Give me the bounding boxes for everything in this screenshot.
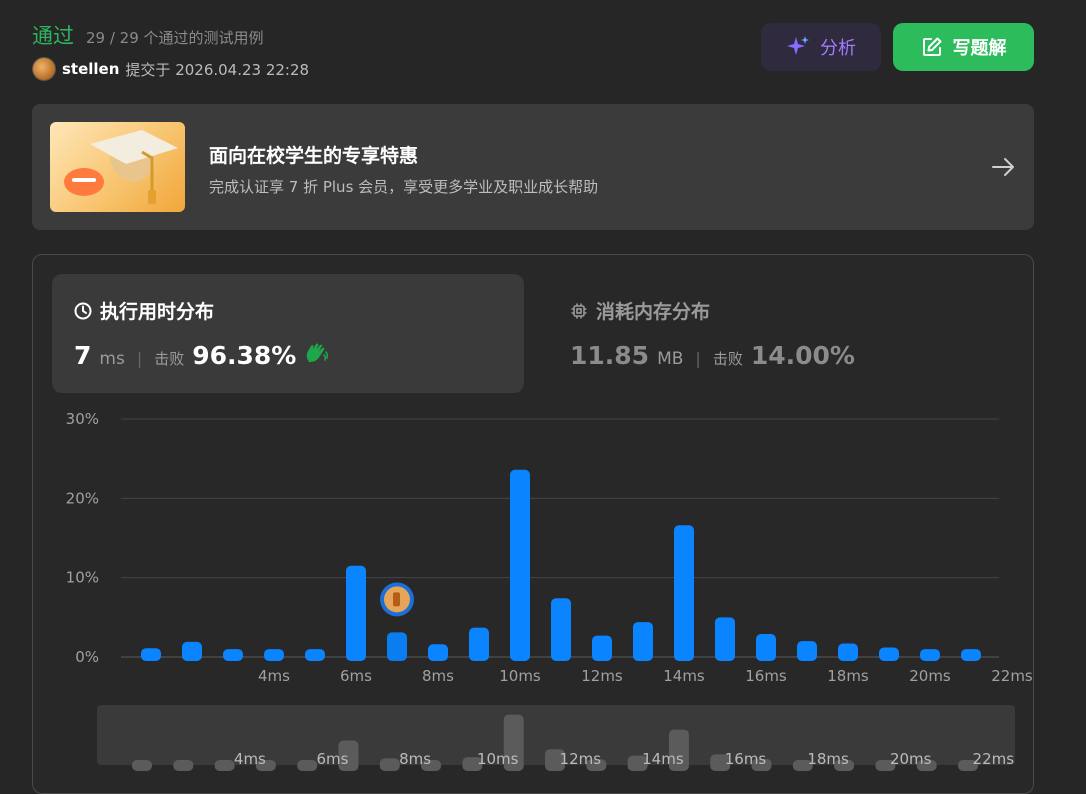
overview-tick-label: 6ms — [317, 750, 349, 768]
overview-tick-label: 16ms — [725, 750, 767, 768]
bar[interactable] — [961, 649, 981, 661]
bar[interactable] — [756, 633, 776, 661]
bar[interactable] — [633, 622, 653, 661]
runtime-distribution-chart: 0% 10% 20% 30% 4ms 6ms 8ms 10ms 12ms 14ms 16ms 18ms… — [66, 410, 1033, 771]
bar[interactable] — [510, 469, 530, 661]
bar[interactable] — [879, 647, 899, 661]
x-tick-label: 10ms — [499, 667, 541, 685]
bar[interactable] — [838, 643, 858, 661]
bar[interactable] — [674, 525, 694, 661]
overview-tick-label: 10ms — [477, 750, 519, 768]
overview-tick-label: 8ms — [399, 750, 431, 768]
bar[interactable] — [592, 635, 612, 661]
x-tick-label: 8ms — [422, 667, 454, 685]
x-tick-label: 12ms — [581, 667, 623, 685]
bar[interactable] — [141, 648, 161, 661]
y-tick-label: 30% — [66, 410, 99, 428]
bar[interactable] — [469, 627, 489, 661]
overview-tick-label: 18ms — [807, 750, 849, 768]
bar[interactable] — [264, 649, 284, 661]
overview-bar — [297, 760, 318, 771]
overview-tick-label: 22ms — [973, 750, 1015, 768]
overview-bar — [132, 760, 152, 771]
x-tick-label: 22ms — [991, 667, 1033, 685]
bar-highlight[interactable] — [387, 632, 407, 661]
bar[interactable] — [182, 641, 202, 661]
avatar-marker-figure — [393, 592, 400, 607]
y-tick-label: 20% — [66, 489, 99, 507]
y-tick-label: 0% — [75, 648, 99, 666]
x-tick-label: 16ms — [745, 667, 787, 685]
overview-tick-label: 20ms — [890, 750, 932, 768]
overview-tick-label: 12ms — [560, 750, 602, 768]
x-tick-label: 14ms — [663, 667, 705, 685]
overview-tick-label: 14ms — [642, 750, 684, 768]
x-tick-label: 6ms — [340, 667, 372, 685]
overview-tick-label: 4ms — [234, 750, 266, 768]
overview-bar — [214, 760, 235, 771]
bar[interactable] — [920, 649, 940, 661]
y-tick-label: 10% — [66, 569, 99, 587]
bar[interactable] — [223, 649, 243, 661]
overview-bar — [173, 760, 194, 771]
bar[interactable] — [715, 617, 735, 661]
bar[interactable] — [346, 565, 366, 661]
x-tick-label: 4ms — [258, 667, 290, 685]
bar[interactable] — [797, 641, 817, 661]
bar[interactable] — [551, 598, 571, 661]
bar[interactable] — [305, 649, 325, 661]
x-tick-label: 18ms — [827, 667, 869, 685]
x-tick-label: 20ms — [909, 667, 951, 685]
overview-bar — [379, 758, 400, 771]
bar[interactable] — [428, 644, 448, 661]
